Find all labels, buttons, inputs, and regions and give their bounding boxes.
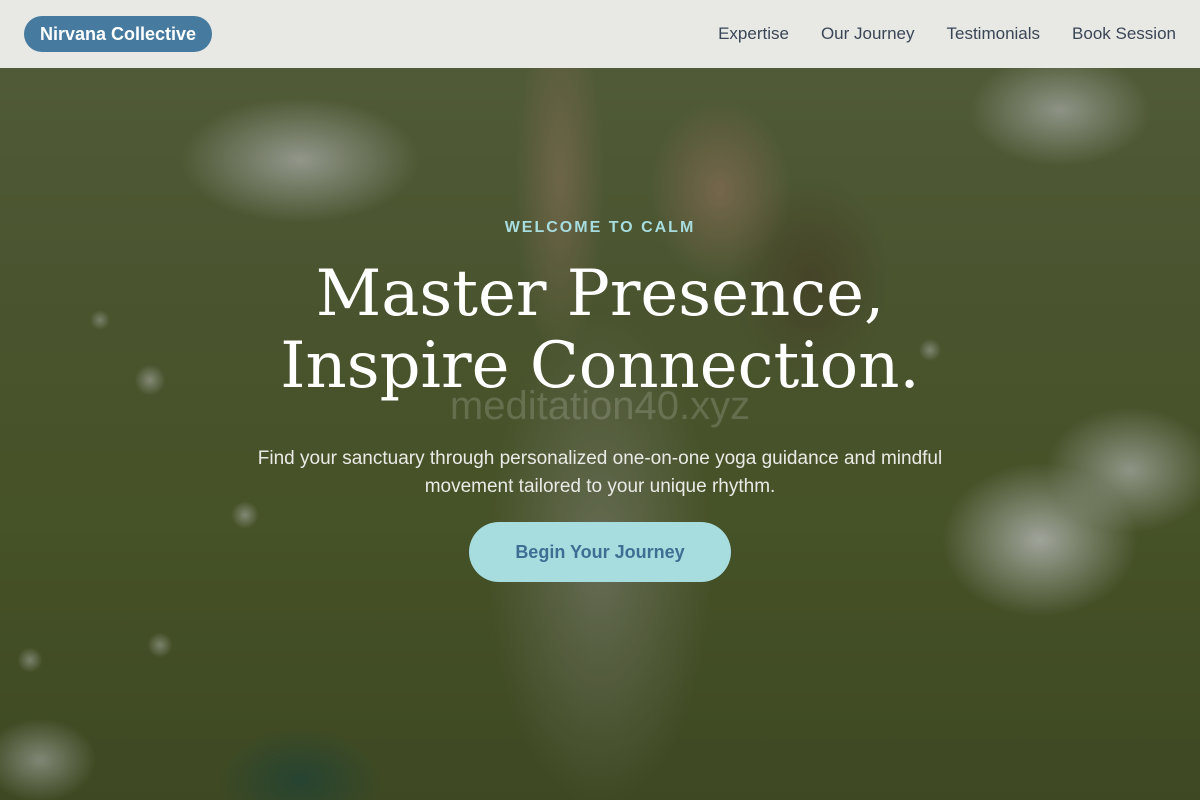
hero-eyebrow: WELCOME TO CALM (504, 219, 696, 236)
hero-subtext: Find your sanctuary through personalized… (257, 448, 943, 497)
navbar: Nirvana Collective Expertise Our Journey… (0, 0, 1200, 68)
nav-link-testimonials[interactable]: Testimonials (947, 24, 1041, 44)
nav-link-expertise[interactable]: Expertise (718, 24, 789, 44)
nav-link-our-journey[interactable]: Our Journey (821, 24, 915, 44)
hero-headline-line1: Master Presence, (315, 257, 885, 331)
nav-link-book-session[interactable]: Book Session (1072, 24, 1176, 44)
landing-page: Nirvana Collective Expertise Our Journey… (0, 0, 1200, 800)
hero-section: WELCOME TO CALM Master Presence, Inspire… (0, 68, 1200, 800)
watermark-text: meditation40.xyz (449, 384, 751, 428)
nav-links: Expertise Our Journey Testimonials Book … (718, 24, 1176, 44)
begin-journey-button[interactable]: Begin Your Journey (469, 522, 731, 582)
brand-logo[interactable]: Nirvana Collective (24, 16, 213, 52)
hero-headline: Master Presence, Inspire Connection. (0, 258, 1200, 402)
